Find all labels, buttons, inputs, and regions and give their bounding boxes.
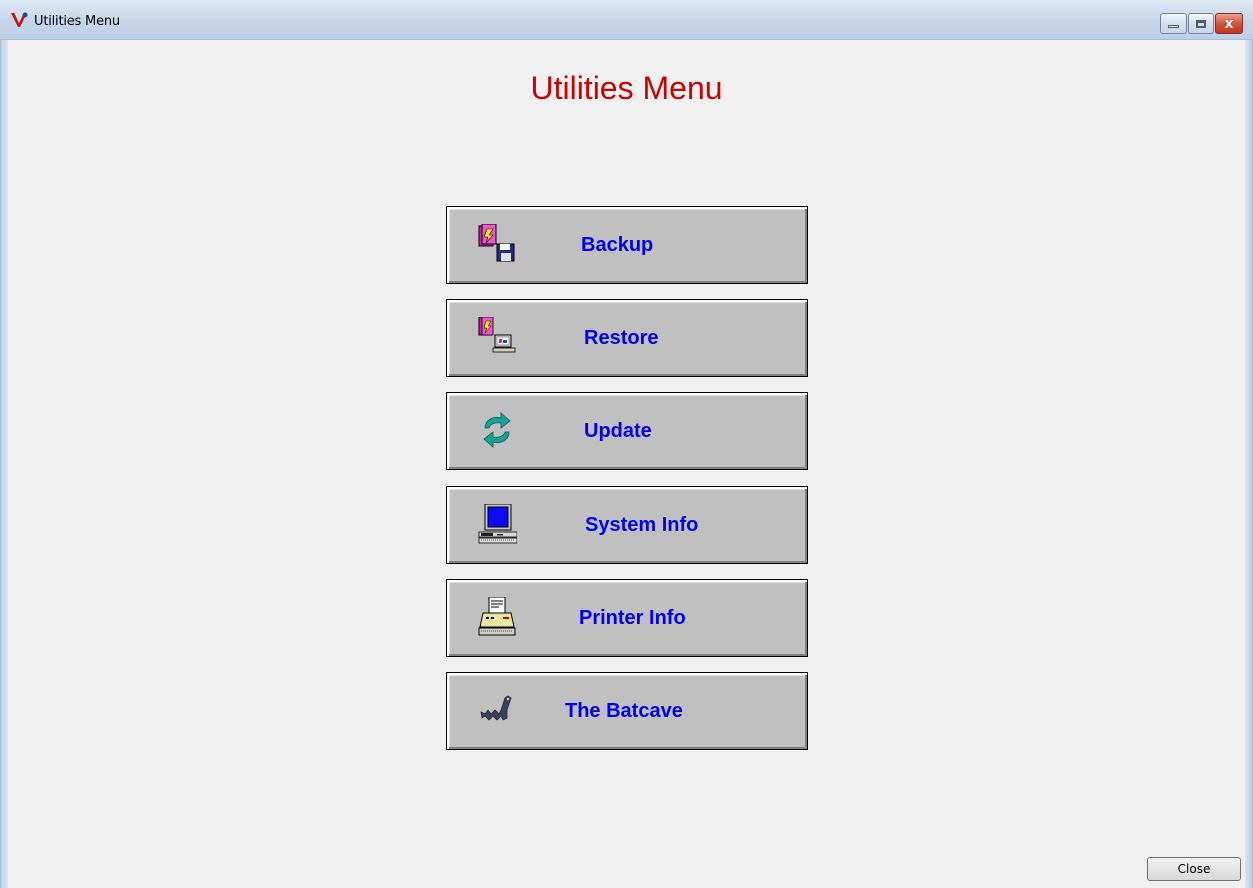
minimize-button[interactable]	[1160, 13, 1187, 34]
computer-monitor-icon	[478, 504, 517, 544]
utilities-window: Utilities Menu x Utilities Menu Backup R…	[0, 0, 1253, 888]
page-title: Utilities Menu	[530, 70, 723, 106]
printer-icon	[478, 597, 516, 636]
printer-info-button[interactable]: Printer Info	[446, 579, 808, 657]
system-info-label: System Info	[585, 514, 699, 536]
close-icon: x	[1224, 15, 1234, 32]
update-arrows-icon	[483, 412, 511, 448]
printer-info-label: Printer Info	[579, 607, 686, 629]
restore-button[interactable]: Restore	[446, 299, 808, 377]
update-button[interactable]: Update	[446, 392, 808, 470]
window-frame-left	[0, 40, 8, 888]
title-bar[interactable]: Utilities Menu x	[0, 0, 1253, 40]
restore-label: Restore	[584, 327, 659, 349]
maximize-button[interactable]	[1188, 13, 1214, 34]
backup-button[interactable]: Backup	[446, 206, 808, 284]
system-info-button[interactable]: System Info	[446, 486, 808, 564]
maximize-icon	[1196, 19, 1206, 28]
window-title: Utilities Menu	[34, 14, 120, 29]
backup-label: Backup	[581, 234, 654, 256]
batcave-label: The Batcave	[565, 700, 683, 722]
restore-computer-icon	[478, 317, 516, 353]
minimize-icon	[1168, 25, 1179, 28]
close-button[interactable]: Close	[1147, 857, 1241, 881]
app-icon	[11, 12, 28, 27]
window-frame-right	[1245, 40, 1253, 888]
backup-disk-icon	[478, 224, 515, 262]
update-label: Update	[584, 420, 652, 442]
bat-icon	[480, 695, 512, 721]
batcave-button[interactable]: The Batcave	[446, 672, 808, 750]
window-close-button[interactable]: x	[1215, 13, 1243, 34]
